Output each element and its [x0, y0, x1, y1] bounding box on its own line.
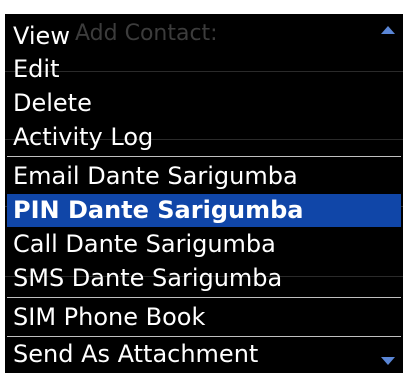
menu-item-send-as-attachment[interactable]: Send As Attachment [7, 338, 401, 371]
menu-item-delete[interactable]: Delete [7, 87, 401, 120]
menu-item-sim-phone-book[interactable]: SIM Phone Book [7, 301, 401, 334]
scroll-down-icon[interactable] [381, 357, 395, 365]
menu-item-edit[interactable]: Edit [7, 53, 401, 86]
menu-item-sms[interactable]: SMS Dante Sarigumba [7, 262, 401, 295]
menu-separator [7, 336, 401, 337]
device-screen: Add Contact: View Edit Delete Activity L… [0, 0, 405, 373]
context-menu: Add Contact: View Edit Delete Activity L… [5, 14, 403, 373]
menu-item-activity-log[interactable]: Activity Log [7, 121, 401, 154]
menu-item-view[interactable]: View [7, 20, 401, 53]
menu-item-call[interactable]: Call Dante Sarigumba [7, 228, 401, 261]
menu-item-pin[interactable]: PIN Dante Sarigumba [7, 194, 401, 227]
menu-separator [7, 297, 401, 298]
menu-separator [7, 156, 401, 157]
menu-item-email[interactable]: Email Dante Sarigumba [7, 160, 401, 193]
